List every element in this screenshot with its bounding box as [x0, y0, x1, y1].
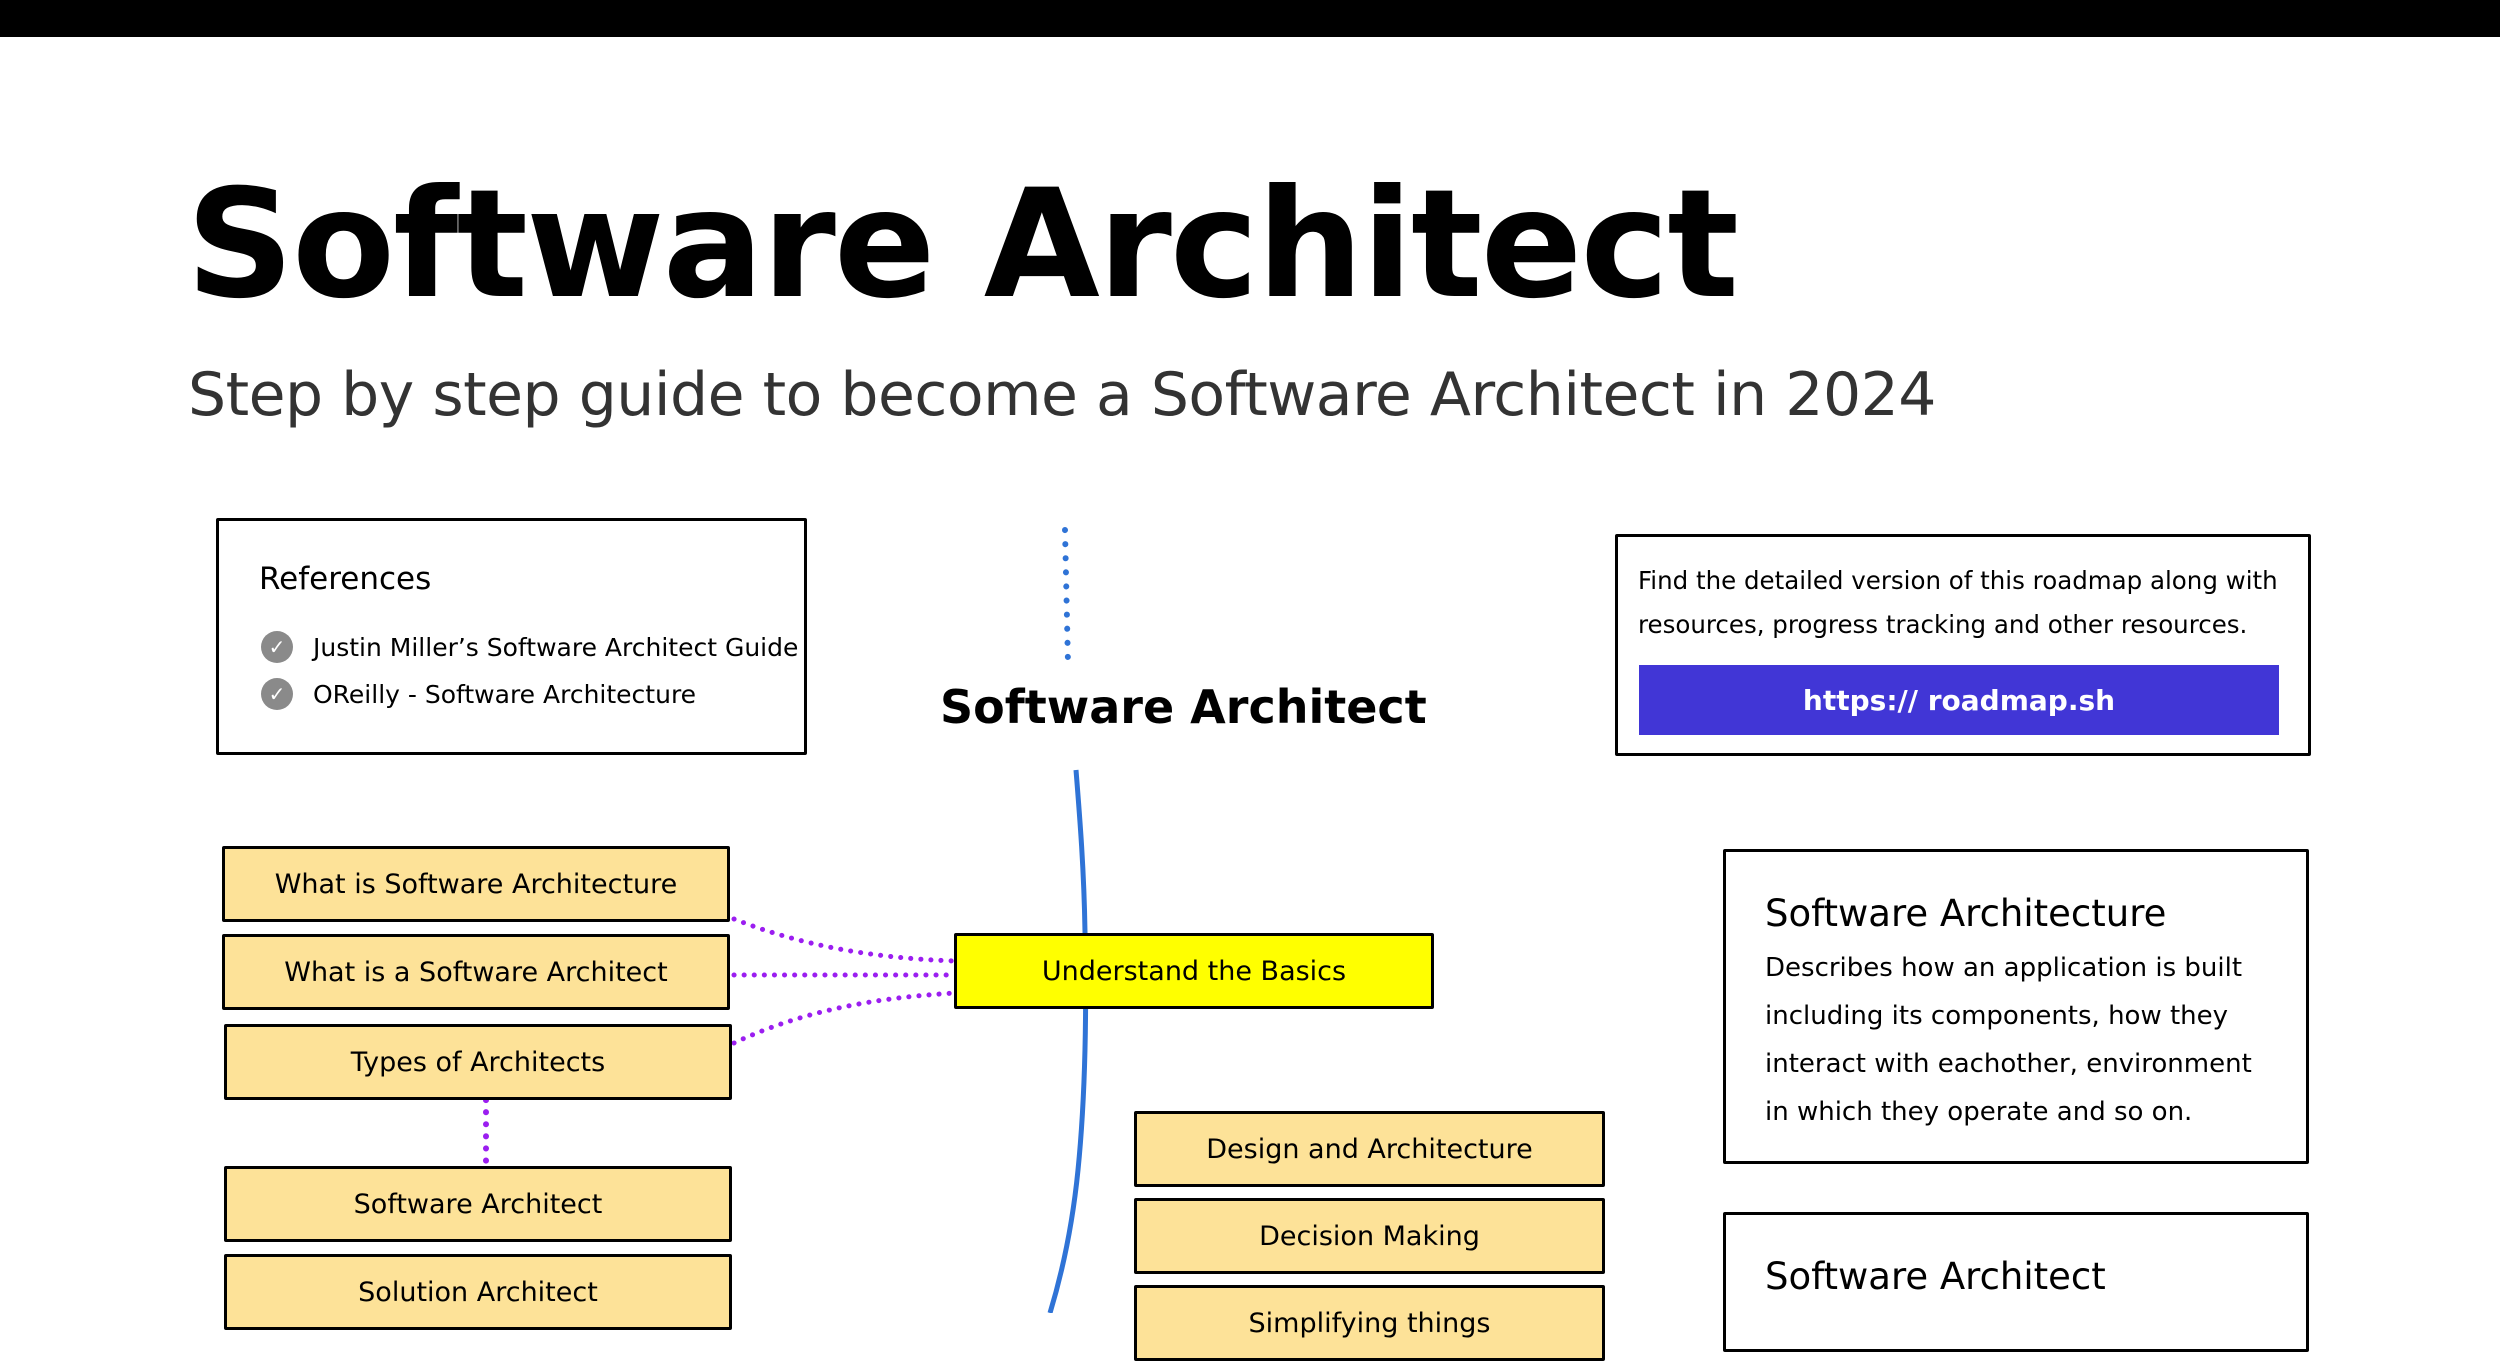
check-circle-icon: ✓	[261, 631, 293, 663]
info-card-title: Software Architect	[1765, 1255, 2106, 1298]
node-what-is-software-architecture[interactable]: What is Software Architecture	[222, 846, 730, 922]
node-software-architect[interactable]: Software Architect	[224, 1166, 732, 1242]
spine-line	[1047, 769, 1089, 1313]
reference-label: Justin Miller’s Software Architect Guide	[313, 632, 799, 662]
roadmap-link-button[interactable]: https:// roadmap.sh	[1639, 665, 2279, 735]
check-circle-icon: ✓	[261, 678, 293, 710]
node-decision-making[interactable]: Decision Making	[1134, 1198, 1605, 1274]
promo-text: Find the detailed version of this roadma…	[1638, 566, 2278, 639]
node-solution-architect[interactable]: Solution Architect	[224, 1254, 732, 1330]
topic-understand-the-basics[interactable]: Understand the Basics	[954, 933, 1434, 1009]
references-title: References	[259, 561, 432, 597]
references-panel: References ✓ Justin Miller’s Software Ar…	[216, 518, 807, 755]
reference-label: OReilly - Software Architecture	[313, 679, 697, 709]
info-card-software-architect: Software Architect	[1723, 1212, 2309, 1352]
info-card-software-architecture: Software Architecture Describes how an a…	[1723, 849, 2309, 1164]
node-simplifying-things[interactable]: Simplifying things	[1134, 1285, 1605, 1361]
info-card-title: Software Architecture	[1765, 892, 2167, 935]
node-design-and-architecture[interactable]: Design and Architecture	[1134, 1111, 1605, 1187]
node-what-is-a-software-architect[interactable]: What is a Software Architect	[222, 934, 730, 1010]
roadmap-title: Software Architect	[940, 680, 1427, 734]
promo-panel: Find the detailed version of this roadma…	[1615, 534, 2311, 756]
reference-item[interactable]: ✓ Justin Miller’s Software Architect Gui…	[261, 631, 798, 663]
info-card-text: Describes how an application is built in…	[1765, 953, 2252, 1127]
connector-types-of-architects	[731, 990, 958, 1046]
reference-item[interactable]: ✓ OReilly - Software Architecture	[261, 678, 696, 710]
spine-dotted-top	[1062, 527, 1071, 667]
node-types-of-architects[interactable]: Types of Architects	[224, 1024, 732, 1100]
connector-what-is-architecture	[731, 916, 958, 964]
